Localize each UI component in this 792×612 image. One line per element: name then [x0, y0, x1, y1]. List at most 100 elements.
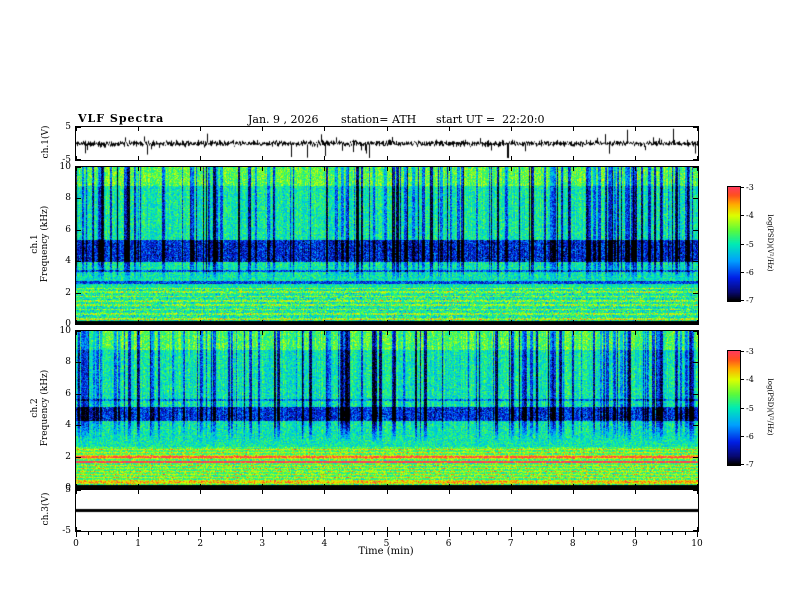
- colorbar-tick-label: -3: [746, 183, 754, 192]
- colorbar-tick-mark: [741, 300, 744, 301]
- time-tick-mark: [200, 167, 202, 171]
- x-minor-tick: [622, 532, 624, 535]
- y-tick-label: 6: [65, 224, 71, 235]
- time-tick-mark: [572, 156, 574, 160]
- time-tick-mark: [76, 127, 77, 131]
- y-tick-label: 10: [59, 162, 71, 172]
- time-tick-mark: [324, 490, 326, 494]
- time-tick-mark: [138, 527, 140, 531]
- x-minor-tick: [88, 532, 90, 535]
- x-tick-label: 5: [383, 539, 390, 549]
- y-tick-mark: [76, 393, 81, 395]
- time-tick-mark: [634, 167, 636, 171]
- y-tick-label: 2: [65, 287, 71, 298]
- ch1-spec-ylabel-line1: ch.1: [30, 234, 40, 254]
- y-tick-mark: [693, 198, 698, 200]
- y-tick-mark: [76, 425, 81, 427]
- time-tick-mark: [510, 156, 512, 160]
- colorbar-tick-label: -4: [746, 211, 754, 221]
- colorbar-ch2: [727, 350, 741, 466]
- time-tick-mark: [262, 484, 264, 488]
- x-minor-tick: [311, 532, 313, 535]
- x-minor-tick: [212, 532, 214, 535]
- x-minor-tick: [684, 532, 686, 535]
- y-tick-mark: [76, 292, 81, 294]
- y-tick-mark: [76, 198, 81, 200]
- colorbar-tick-mark: [741, 271, 744, 273]
- time-tick-mark: [386, 490, 388, 494]
- y-tick-label: 10: [59, 326, 71, 336]
- y-tick-label: 5: [65, 122, 71, 132]
- time-tick-mark: [634, 127, 636, 131]
- colorbar-tick-mark: [741, 464, 744, 465]
- ch3-wave-ylabel-text: ch.3(V): [41, 492, 51, 526]
- time-tick-mark: [510, 331, 512, 335]
- x-minor-tick: [647, 532, 649, 535]
- time-tick-mark: [448, 490, 450, 494]
- time-tick-mark: [697, 320, 698, 324]
- x-minor-tick: [237, 532, 239, 535]
- x-tick-label: 6: [445, 539, 452, 549]
- colorbar-tick-mark: [741, 351, 744, 352]
- colorbar-tick-label: -7: [746, 460, 754, 469]
- chart-station: station= ATH: [341, 113, 417, 126]
- x-minor-tick: [336, 532, 338, 535]
- time-tick-mark: [386, 331, 388, 335]
- ch1-spec-ylabel-line2: Frequency (kHz): [40, 205, 50, 283]
- x-minor-tick: [125, 532, 127, 535]
- x-minor-tick: [162, 532, 164, 535]
- time-tick-mark: [262, 127, 264, 131]
- time-tick-mark: [697, 527, 698, 531]
- time-tick-mark: [76, 527, 77, 531]
- chart-title: VLF Spectra: [78, 112, 165, 125]
- time-tick-mark: [324, 156, 326, 160]
- time-tick-mark: [386, 156, 388, 160]
- time-tick-mark: [76, 156, 77, 160]
- x-tick-label: 4: [321, 539, 328, 549]
- x-minor-tick: [436, 532, 438, 535]
- panel-ch1_spec: [75, 166, 699, 325]
- time-tick-mark: [76, 490, 77, 494]
- time-tick-mark: [572, 127, 574, 131]
- x-minor-tick: [287, 532, 289, 535]
- colorbar-ch1: [727, 186, 741, 302]
- colorbar-tick-mark: [741, 215, 744, 217]
- y-tick-mark: [76, 456, 81, 458]
- y-tick-mark: [693, 425, 698, 427]
- time-tick-mark: [386, 484, 388, 488]
- ch2-spec-ylabel: ch.2 Frequency (kHz): [30, 370, 50, 447]
- ch1-wave-ylabel-text: ch.1(V): [41, 125, 51, 159]
- time-tick-mark: [634, 320, 636, 324]
- x-minor-tick: [374, 532, 376, 535]
- x-minor-tick: [225, 532, 227, 535]
- time-tick-mark: [572, 167, 574, 171]
- time-tick-mark: [697, 331, 698, 335]
- x-minor-tick: [585, 532, 587, 535]
- y-tick-mark: [693, 393, 698, 395]
- colorbar-tick-mark: [741, 187, 744, 188]
- x-major-tick: [572, 532, 574, 537]
- colorbar-tick-label: -4: [746, 375, 754, 385]
- x-tick-label: 0: [73, 539, 79, 549]
- x-minor-tick: [485, 532, 487, 535]
- colorbar-tick-label: -5: [746, 403, 754, 413]
- time-tick-mark: [138, 167, 140, 171]
- time-tick-mark: [324, 527, 326, 531]
- ch1-wave-ylabel: ch.1(V): [41, 126, 51, 159]
- x-minor-tick: [411, 532, 413, 535]
- x-minor-tick: [349, 532, 351, 535]
- x-minor-tick: [672, 532, 674, 535]
- x-minor-tick: [473, 532, 475, 535]
- x-minor-tick: [560, 532, 562, 535]
- colorbar-tick-mark: [741, 407, 744, 409]
- x-tick-label: 10: [691, 539, 703, 549]
- x-major-tick: [697, 532, 698, 537]
- time-tick-mark: [634, 156, 636, 160]
- x-minor-tick: [249, 532, 251, 535]
- x-minor-tick: [659, 532, 661, 535]
- x-minor-tick: [461, 532, 463, 535]
- time-tick-mark: [262, 331, 264, 335]
- x-tick-label: 3: [259, 539, 266, 549]
- time-tick-mark: [572, 527, 574, 531]
- time-tick-mark: [76, 320, 77, 324]
